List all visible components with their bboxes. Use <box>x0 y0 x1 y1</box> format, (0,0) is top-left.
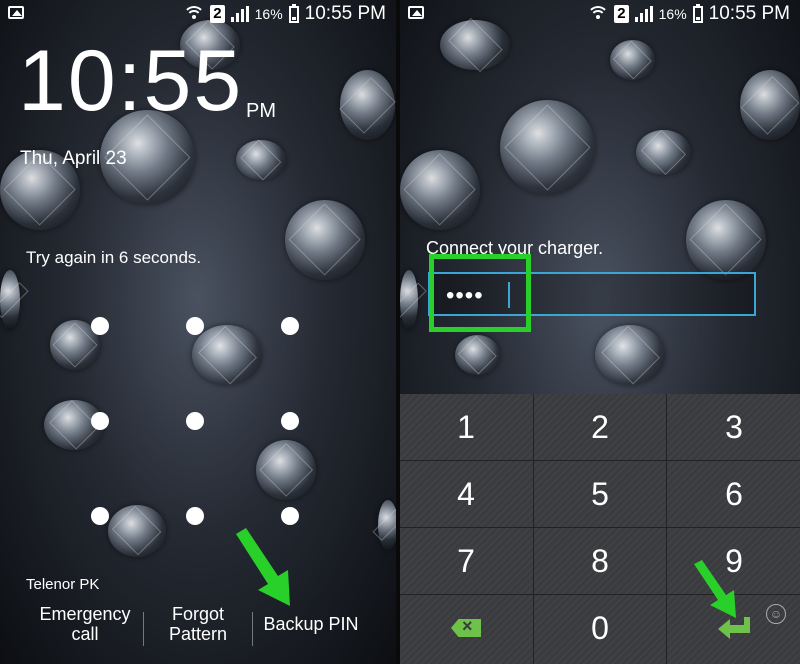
wifi-icon <box>183 6 206 22</box>
diamond-decoration <box>256 440 316 500</box>
signal-icon <box>230 6 249 22</box>
clock-ampm: PM <box>246 100 276 122</box>
pattern-dot[interactable] <box>186 412 204 430</box>
lock-date: Thu, April 23 <box>20 148 127 169</box>
key-5[interactable]: 5 <box>534 461 666 527</box>
diamond-decoration <box>740 70 800 140</box>
key-6[interactable]: 6 <box>668 461 800 527</box>
diamond-decoration <box>0 270 20 330</box>
diamond-decoration <box>636 130 691 175</box>
diamond-decoration <box>340 70 395 140</box>
key-2[interactable]: 2 <box>534 394 666 460</box>
backspace-key[interactable] <box>400 595 532 661</box>
numeric-keypad: 1 2 3 4 5 6 7 8 9 0 <box>400 394 800 664</box>
status-bar: 2 16% 10:55 PM <box>400 0 800 28</box>
diamond-decoration <box>610 40 655 80</box>
battery-percent: 16% <box>658 6 687 22</box>
key-8[interactable]: 8 <box>534 528 666 594</box>
pin-lock-screen: 2 16% 10:55 PM Connect your charger. •••… <box>400 0 800 664</box>
emergency-call-button[interactable]: Emergency call <box>30 604 140 644</box>
forgot-pattern-button[interactable]: Forgot Pattern <box>152 604 244 644</box>
signal-icon <box>634 6 653 22</box>
diamond-decoration <box>595 325 665 385</box>
pattern-dot[interactable] <box>91 507 109 525</box>
backspace-icon <box>451 619 481 637</box>
arrow-pointer-icon <box>236 528 290 606</box>
battery-icon <box>692 3 703 23</box>
divider <box>252 612 253 646</box>
pattern-dot[interactable] <box>281 412 299 430</box>
diamond-decoration <box>400 270 418 330</box>
sim-badge: 2 <box>210 5 225 23</box>
divider <box>533 394 534 664</box>
diamond-decoration <box>378 500 396 550</box>
key-0[interactable]: 0 <box>534 595 666 661</box>
diamond-decoration <box>500 100 595 195</box>
pattern-dot[interactable] <box>281 507 299 525</box>
battery-icon <box>288 3 299 23</box>
gallery-icon <box>8 6 24 19</box>
pattern-lock-screen: 2 16% 10:55 PM 10:55 PM Thu, April 23 Tr… <box>0 0 396 664</box>
gallery-icon <box>408 6 424 19</box>
lock-clock: 10:55 <box>18 33 244 129</box>
battery-percent: 16% <box>254 6 283 22</box>
status-bar: 2 16% 10:55 PM <box>0 0 396 28</box>
status-time: 10:55 PM <box>708 3 790 24</box>
key-7[interactable]: 7 <box>400 528 532 594</box>
divider <box>666 394 667 664</box>
pattern-dot[interactable] <box>91 317 109 335</box>
diamond-decoration <box>686 200 766 280</box>
divider <box>143 612 144 646</box>
key-3[interactable]: 3 <box>668 394 800 460</box>
status-time: 10:55 PM <box>304 3 386 24</box>
diamond-decoration <box>285 200 365 280</box>
diamond-decoration <box>455 335 500 375</box>
diamond-decoration <box>108 505 166 557</box>
emoji-icon[interactable]: ☺ <box>766 604 786 624</box>
diamond-decoration <box>236 140 286 180</box>
backup-pin-button[interactable]: Backup PIN <box>258 614 364 634</box>
arrow-pointer-icon <box>694 560 736 618</box>
key-4[interactable]: 4 <box>400 461 532 527</box>
diamond-decoration <box>192 325 262 385</box>
wifi-icon <box>587 6 610 22</box>
retry-message: Try again in 6 seconds. <box>26 248 202 267</box>
pattern-dot[interactable] <box>281 317 299 335</box>
pattern-dot[interactable] <box>186 507 204 525</box>
diamond-decoration <box>400 150 480 230</box>
pattern-dot[interactable] <box>186 317 204 335</box>
sim-badge: 2 <box>614 5 629 23</box>
key-1[interactable]: 1 <box>400 394 532 460</box>
pattern-dot[interactable] <box>91 412 109 430</box>
highlight-box <box>429 254 531 332</box>
carrier-label: Telenor PK <box>26 576 100 593</box>
